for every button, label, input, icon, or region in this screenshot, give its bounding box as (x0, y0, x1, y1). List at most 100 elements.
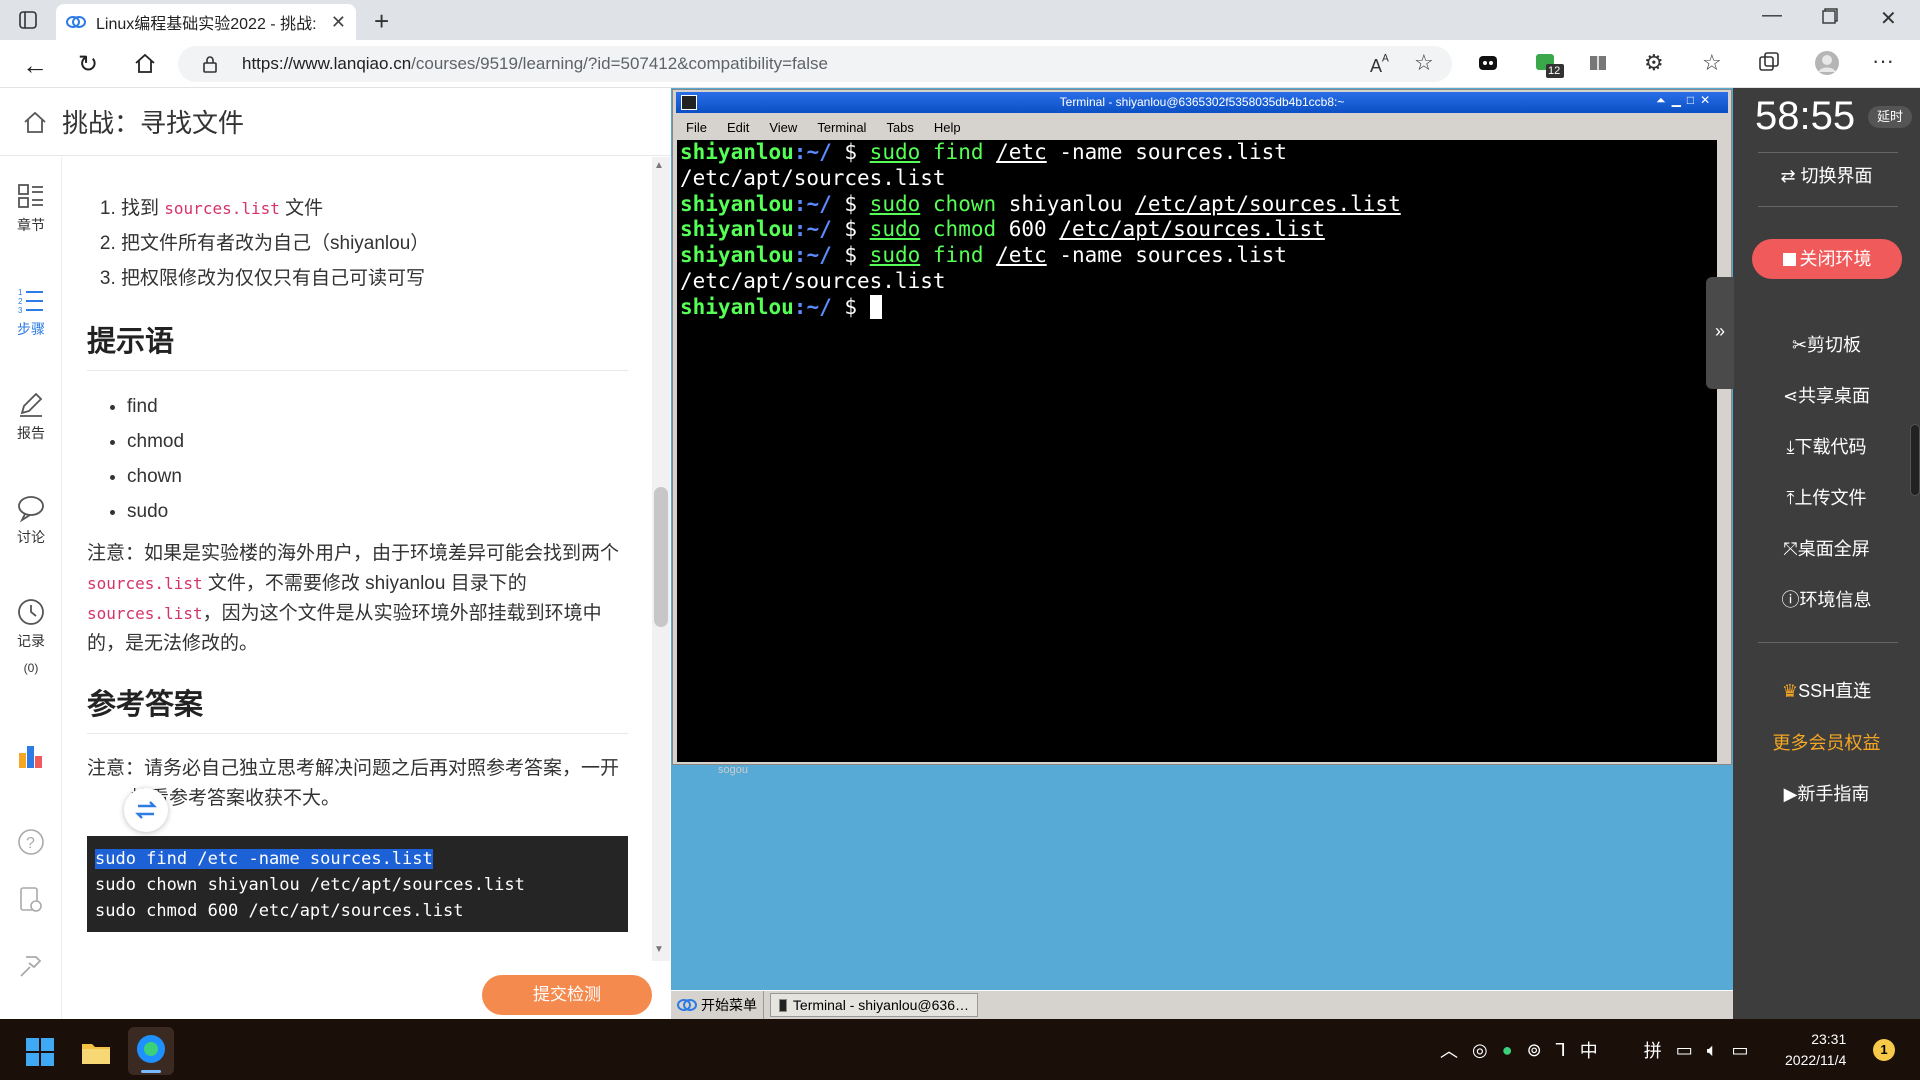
download-code-button[interactable]: ⤓下载代码 (1733, 433, 1920, 459)
favorites-icon[interactable]: ☆ (1702, 50, 1722, 76)
browser-tab-active[interactable]: Linux编程基础实验2022 - 挑战: ✕ (56, 4, 356, 40)
battery-icon[interactable]: ▭ (1732, 1040, 1749, 1061)
sidebar-item-help[interactable]: ? (0, 827, 62, 861)
side-handle[interactable] (1910, 424, 1920, 496)
clipboard-button[interactable]: ✂剪切板 (1733, 331, 1920, 357)
collections-icon[interactable] (1758, 52, 1780, 72)
terminal-line: shiyanlou:~/ $ sudo chmod 600 /etc/apt/s… (680, 217, 1325, 242)
menu-file[interactable]: File (686, 120, 707, 135)
menu-tabs[interactable]: Tabs (886, 120, 913, 135)
delay-button[interactable]: 延时 (1868, 106, 1912, 128)
page-title: 挑战：寻找文件 (62, 108, 245, 138)
url-input[interactable]: https://www.lanqiao.cn/courses/9519/lear… (178, 46, 1452, 82)
terminal-cursor (869, 294, 882, 319)
extension-app-icon[interactable] (1478, 54, 1498, 72)
terminal-line: /etc/apt/sources.list (680, 268, 946, 293)
edge-taskbar-item[interactable] (128, 1027, 174, 1075)
sidebar-item-records[interactable]: 记录 (0) (0, 597, 62, 675)
menu-help[interactable]: Help (934, 120, 961, 135)
terminal-screen[interactable]: shiyanlou:~/ $ sudo find /etc -name sour… (677, 140, 1717, 762)
volume-icon[interactable]: 🔈︎ (1707, 1040, 1718, 1061)
tab-actions-icon[interactable] (18, 10, 38, 30)
collapse-panel-button[interactable]: » (1706, 277, 1734, 389)
svg-text:?: ? (26, 835, 35, 852)
shade-icon[interactable]: ⏶ (1656, 93, 1666, 108)
close-tab-icon[interactable]: ✕ (331, 12, 346, 33)
lesson-content: 找到 sources.list 文件 把文件所有者改为自己（shiyanlou）… (62, 157, 652, 1019)
windows-start-icon[interactable] (25, 1037, 55, 1067)
profile-avatar-icon[interactable] (1814, 50, 1840, 76)
ime-chinese-indicator[interactable]: 中 (1580, 1037, 1598, 1063)
sidebar-item-chapters[interactable]: 章节 (0, 181, 62, 235)
terminal-line: /etc/apt/sources.list (680, 165, 946, 190)
sidebar-item-label: 报告 (17, 425, 45, 441)
ssh-connect-button[interactable]: ♛SSH直连 (1733, 677, 1920, 703)
wechat-icon[interactable]: ● (1502, 1040, 1513, 1061)
file-explorer-icon[interactable] (80, 1038, 112, 1066)
ime-pinyin-indicator[interactable]: 拼 (1644, 1037, 1662, 1063)
lesson-header: 挑战：寻找文件 (0, 88, 671, 156)
share-icon: ⋖ (1782, 386, 1799, 406)
share-desktop-button[interactable]: ⋖共享桌面 (1733, 382, 1920, 408)
read-aloud-icon[interactable]: Aᴬ (1370, 52, 1389, 77)
svg-text:3: 3 (18, 306, 23, 315)
chevron-up-icon[interactable]: ︿ (1440, 1037, 1458, 1063)
more-menu-icon[interactable]: ··· (1872, 48, 1894, 74)
sidebar-item-discussion[interactable]: 讨论 (0, 493, 62, 547)
system-tray: ︿ ◎ ● ⊚ Ꞁ 中 拼 ▭ 🔈︎ ▭ (1440, 1030, 1749, 1070)
home-icon[interactable] (133, 52, 157, 74)
terminal-scrollbar[interactable] (1718, 140, 1728, 762)
answer-code-block[interactable]: sudo find /etc -name sources.list sudo c… (87, 836, 628, 932)
lock-icon[interactable] (202, 55, 218, 73)
start-menu-button[interactable]: 开始菜单 (671, 991, 764, 1019)
notification-badge[interactable]: 1 (1873, 1039, 1895, 1061)
scissors-icon: ✂ (1791, 335, 1808, 355)
submit-check-button[interactable]: 提交检测 (482, 975, 652, 1015)
home-icon[interactable] (22, 109, 48, 135)
maximize-icon[interactable] (1822, 8, 1838, 24)
scroll-down-icon[interactable]: ▼ (654, 944, 664, 955)
url-path: /courses/9519/learning/?id=507412&compat… (411, 54, 828, 73)
sidebar-item-settings[interactable] (0, 885, 62, 919)
menu-view[interactable]: View (769, 120, 797, 135)
new-tab-icon[interactable]: + (374, 6, 389, 37)
list-item: find (127, 389, 628, 424)
sidebar-item-report[interactable]: 报告 (0, 389, 62, 443)
display-icon[interactable]: ▭ (1676, 1040, 1693, 1061)
sidebar-item-steps[interactable]: 123 步骤 (0, 285, 62, 339)
reader-icon[interactable] (1588, 54, 1608, 72)
terminal-titlebar[interactable]: Terminal - shiyanlou@6365302f5358035db4b… (676, 92, 1728, 113)
menu-edit[interactable]: Edit (727, 120, 749, 135)
close-icon[interactable]: ✕ (1700, 93, 1710, 108)
extensions-icon[interactable]: ⚙ (1644, 50, 1664, 76)
sidebar-item-rank[interactable] (0, 741, 62, 775)
favorite-add-icon[interactable]: ☆ (1414, 50, 1434, 76)
extension-badge-count: 12 (1548, 65, 1561, 77)
sidebar-item-tools[interactable] (0, 951, 62, 985)
scroll-up-icon[interactable]: ▲ (654, 160, 664, 171)
translate-float-button[interactable] (124, 788, 168, 832)
sidebar-item-label: 章节 (17, 217, 45, 233)
remote-taskbar: 开始菜单 Terminal - shiyanlou@636… (671, 990, 1733, 1019)
switch-view-button[interactable]: ⇄ 切换界面 (1733, 162, 1920, 188)
beginner-guide-button[interactable]: ▶新手指南 (1733, 780, 1920, 806)
lesson-scrollbar[interactable] (652, 157, 670, 961)
minimize-icon[interactable]: ▁ (1672, 93, 1681, 108)
expand-icon: ⤧ (1783, 539, 1798, 559)
network-app-icon[interactable]: ⊚ (1527, 1040, 1542, 1061)
maximize-icon[interactable]: □ (1687, 93, 1694, 108)
app-tray-icon[interactable]: ◎ (1472, 1040, 1488, 1061)
member-benefits-link[interactable]: 更多会员权益 (1733, 729, 1920, 755)
system-clock[interactable]: 23:31 2022/11/4 (1785, 1029, 1846, 1071)
ime-tray-icon[interactable]: Ꞁ (1556, 1040, 1566, 1061)
close-window-icon[interactable]: ✕ (1880, 6, 1897, 31)
upload-file-button[interactable]: ⤒上传文件 (1733, 484, 1920, 510)
fullscreen-button[interactable]: ⤧桌面全屏 (1733, 535, 1920, 561)
taskbar-terminal-item[interactable]: Terminal - shiyanlou@636… (770, 993, 978, 1017)
close-environment-button[interactable]: 关闭环境 (1752, 239, 1902, 279)
refresh-icon[interactable]: ↻ (78, 50, 98, 79)
back-icon[interactable]: ← (22, 50, 48, 81)
env-info-button[interactable]: ⓘ环境信息 (1733, 586, 1920, 612)
minimize-icon[interactable]: — (1762, 4, 1782, 27)
menu-terminal[interactable]: Terminal (817, 120, 866, 135)
